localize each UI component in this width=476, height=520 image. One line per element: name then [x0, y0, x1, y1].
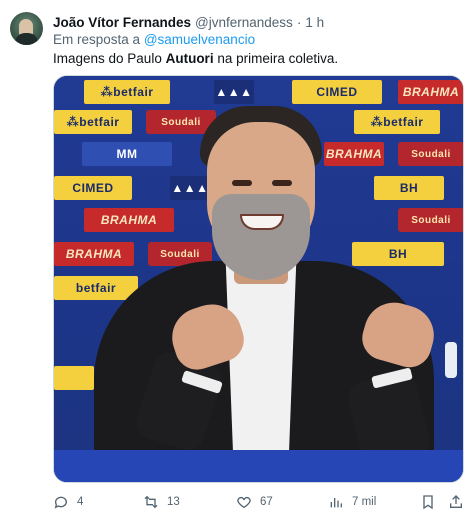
reply-mention-link[interactable]: @samuelvenancio: [144, 32, 255, 47]
reply-context: Em resposta a @samuelvenancio: [53, 32, 255, 47]
sponsor-adidas-logo: ▲▲▲: [170, 176, 210, 200]
tweet-text-before: Imagens do Paulo: [53, 51, 166, 66]
like-button[interactable]: 67: [236, 492, 273, 512]
sponsor-soudali: Soudali: [398, 142, 463, 166]
sponsor-yellow-panel: [54, 366, 94, 390]
views-count: 7 mil: [352, 496, 377, 508]
share-button[interactable]: [448, 492, 472, 512]
sponsor-cimed: CIMED: [54, 176, 132, 200]
views-chart-icon: [330, 498, 342, 508]
retweet-button[interactable]: 13: [143, 492, 180, 512]
reply-icon: [54, 496, 67, 509]
tweet-text: Imagens do Paulo Autuori na primeira col…: [53, 51, 338, 66]
heart-icon: [237, 496, 251, 509]
bookmark-icon: [423, 495, 433, 510]
tweet-text-bold: Autuori: [165, 51, 214, 66]
tweet[interactable]: João Vítor Fernandes @jvnfernandess · 1 …: [0, 0, 476, 520]
avatar-body: [15, 33, 38, 45]
timestamp[interactable]: 1 h: [305, 15, 324, 30]
share-icon: [450, 495, 462, 508]
reply-count: 4: [77, 496, 84, 508]
sponsor-brahma: BRAHMA: [324, 142, 384, 166]
sponsor-cimed: CIMED: [292, 80, 382, 104]
author-name[interactable]: João Vítor Fernandes: [53, 15, 191, 30]
separator-dot: ·: [296, 14, 302, 30]
sponsor-betfair: ⁂betfair: [84, 80, 170, 104]
person-eye-left: [232, 180, 252, 186]
sponsor-adidas-logo: ▲▲▲: [214, 80, 254, 104]
water-bottle: [445, 342, 457, 378]
retweet-icon: [144, 495, 158, 509]
reply-prefix: Em resposta a: [53, 32, 141, 47]
tweet-header: João Vítor Fernandes @jvnfernandess · 1 …: [53, 13, 324, 31]
reply-button[interactable]: 4: [53, 492, 83, 512]
like-count: 67: [260, 496, 273, 508]
bookmark-button[interactable]: [420, 492, 444, 512]
sponsor-soudali: Soudali: [398, 208, 463, 232]
sponsor-bh: BH: [352, 242, 444, 266]
sponsor-bh: BH: [374, 176, 444, 200]
sponsor-brahma: BRAHMA: [54, 242, 134, 266]
tweet-text-after: na primeira coletiva.: [213, 51, 339, 66]
person-eye-right: [272, 180, 292, 186]
retweet-count: 13: [167, 496, 180, 508]
tweet-photo[interactable]: ⁂betfair ▲▲▲ CIMED BRAHMA ⁂betfair Souda…: [53, 75, 464, 483]
press-table: [54, 450, 463, 482]
sponsor-brahma: BRAHMA: [398, 80, 463, 104]
author-handle[interactable]: @jvnfernandess: [195, 15, 293, 30]
views-button[interactable]: 7 mil: [328, 492, 376, 512]
sponsor-mm: MM: [82, 142, 172, 166]
sponsor-betfair: betfair: [54, 276, 138, 300]
sponsor-betfair: ⁂betfair: [54, 110, 132, 134]
tweet-actions: 4 13 67 7 mil: [53, 492, 464, 512]
sponsor-betfair: ⁂betfair: [354, 110, 440, 134]
avatar[interactable]: [10, 12, 43, 45]
sponsor-brahma: BRAHMA: [84, 208, 174, 232]
